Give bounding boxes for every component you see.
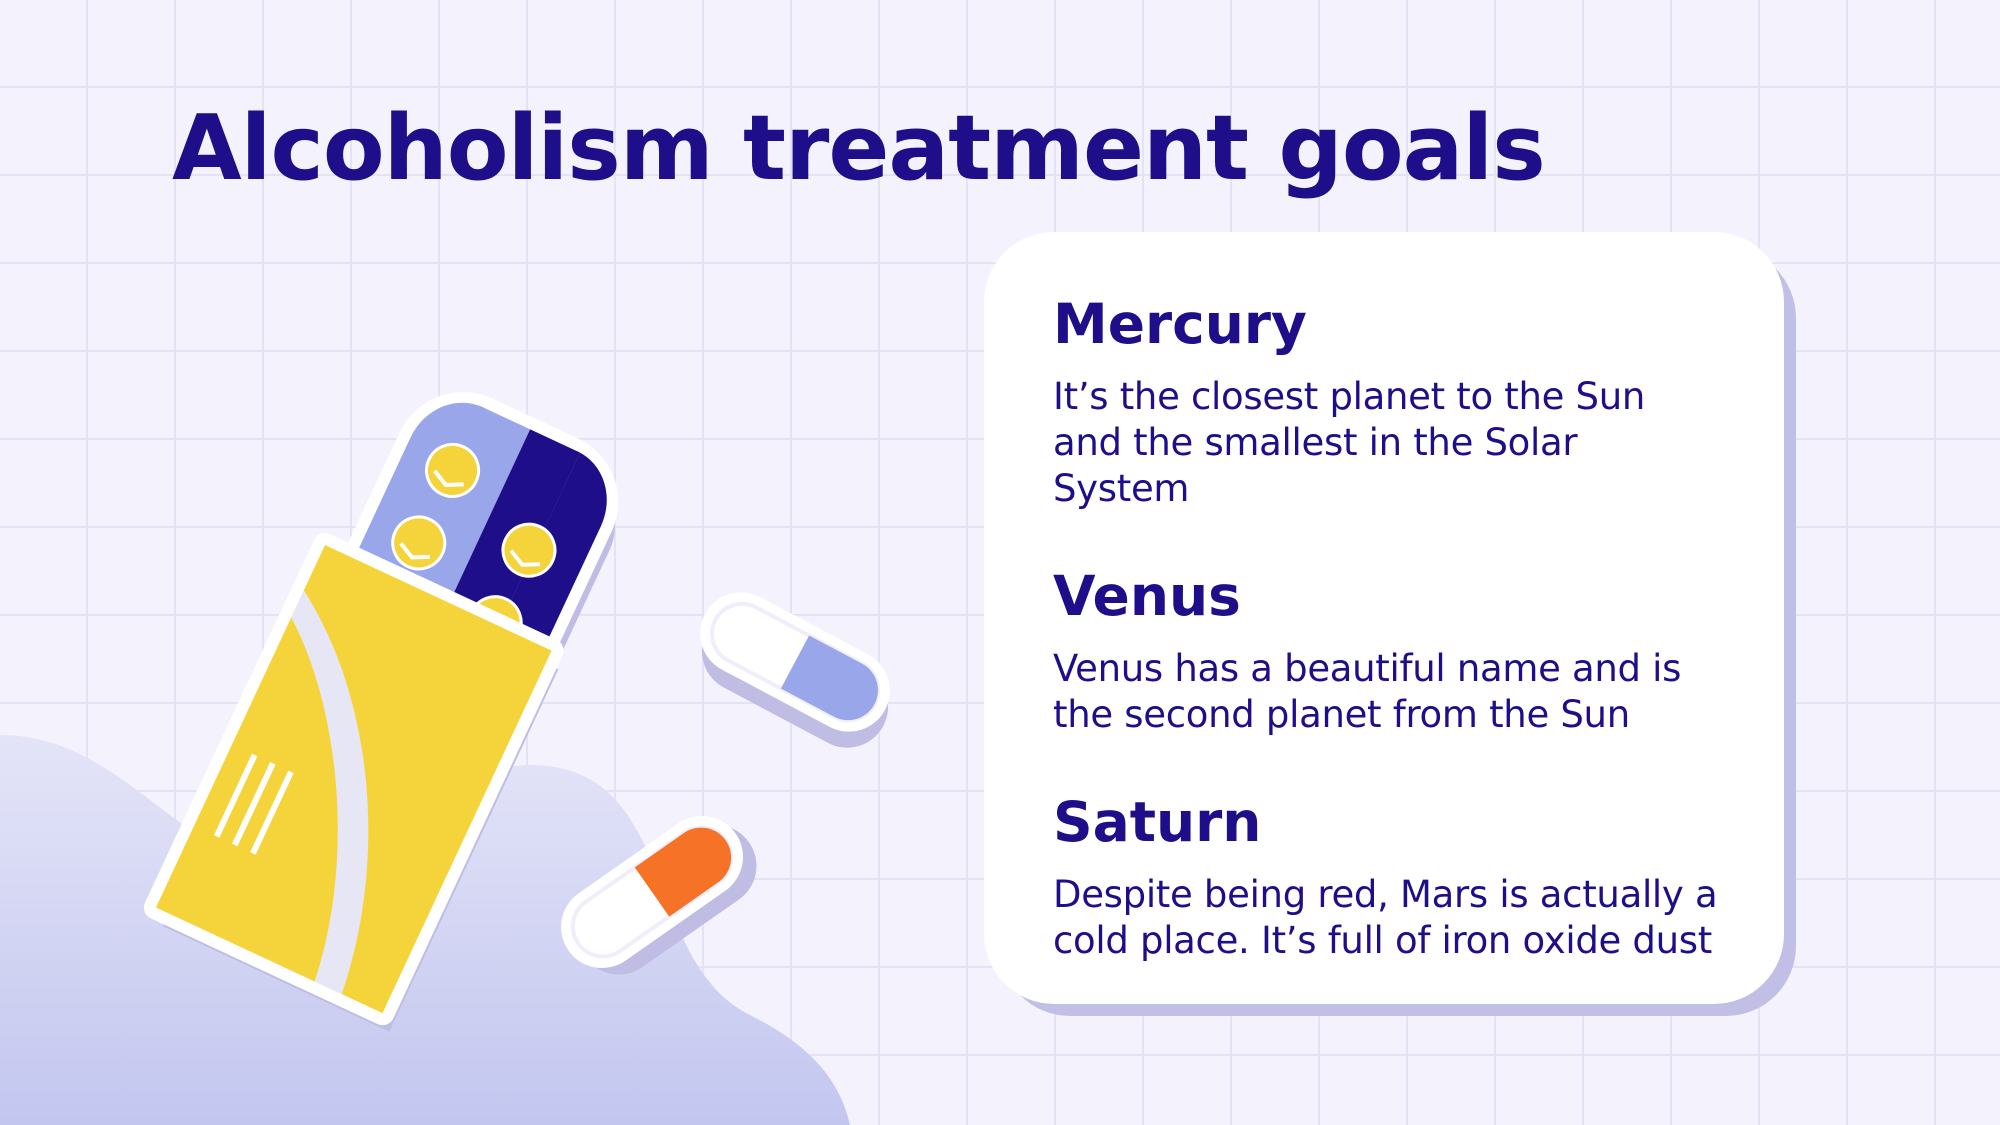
info-item-saturn: Saturn Despite being red, Mars is actual… — [1053, 790, 1724, 964]
info-item-venus: Venus Venus has a beautiful name and is … — [1053, 564, 1724, 738]
item-title: Saturn — [1053, 790, 1262, 854]
capsule-icon — [561, 816, 757, 975]
info-card: Mercury It’s the closest planet to the S… — [984, 232, 1784, 1004]
item-description: Despite being red, Mars is actually a co… — [1053, 873, 1718, 962]
item-description: It’s the closest planet to the Sun and t… — [1053, 375, 1646, 510]
item-title: Venus — [1053, 564, 1241, 628]
item-description: Venus has a beautiful name and is the se… — [1053, 647, 1682, 736]
item-title: Mercury — [1053, 292, 1307, 356]
info-item-mercury: Mercury It’s the closest planet to the S… — [1053, 292, 1724, 512]
capsule-icon — [700, 592, 890, 748]
